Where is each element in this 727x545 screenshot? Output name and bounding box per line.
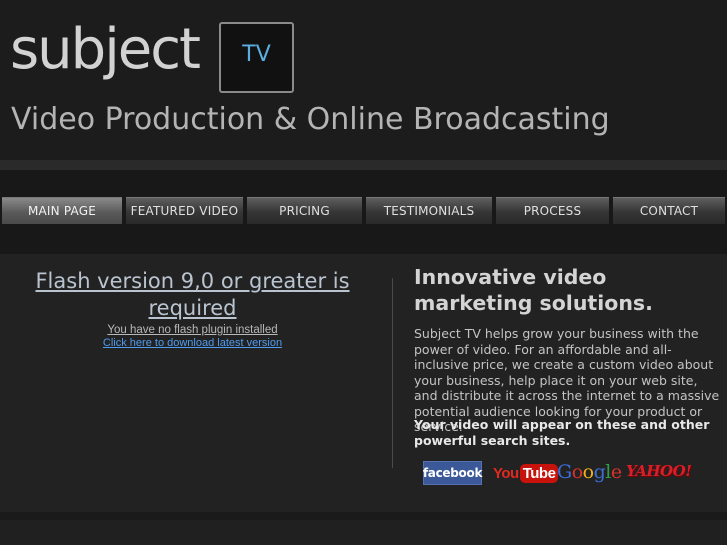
logo-wordmark[interactable]: subject: [10, 22, 201, 78]
footer-divider: [0, 512, 727, 520]
nav-process[interactable]: PROCESS: [496, 197, 609, 224]
google-letter: e: [610, 461, 622, 483]
flash-missing-message[interactable]: You have no flash plugin installed: [20, 324, 365, 336]
main-content: Flash version 9,0 or greater is required…: [0, 254, 727, 512]
nav-contact[interactable]: CONTACT: [613, 197, 725, 224]
youtube-logo-tube: Tube: [519, 463, 559, 483]
header-divider: [0, 160, 727, 170]
facebook-logo[interactable]: facebook: [423, 461, 482, 485]
google-letter: o: [571, 461, 583, 483]
nav-pricing[interactable]: PRICING: [247, 197, 362, 224]
intro-heading: Innovative video marketing solutions.: [414, 265, 653, 315]
youtube-logo[interactable]: You Tube: [493, 460, 559, 486]
flash-required-link[interactable]: Flash version 9,0 or greater is required: [20, 268, 365, 322]
nav-testimonials[interactable]: TESTIMONIALS: [366, 197, 492, 224]
site-footer: [0, 520, 727, 545]
column-divider: [392, 278, 393, 468]
google-letter: g: [593, 461, 606, 483]
google-logo[interactable]: Google: [557, 461, 622, 483]
site-tagline: Video Production & Online Broadcasting: [11, 102, 610, 137]
main-nav: MAIN PAGE FEATURED VIDEO PRICING TESTIMO…: [2, 197, 725, 224]
youtube-logo-you: You: [493, 464, 519, 482]
nav-main-page[interactable]: MAIN PAGE: [2, 197, 122, 224]
logo-badge[interactable]: TV: [219, 22, 294, 93]
intro-column: Innovative video marketing solutions. Su…: [414, 264, 720, 435]
yahoo-logo[interactable]: YAHOO!: [626, 462, 692, 480]
site-header: subject TV Video Production & Online Bro…: [0, 0, 727, 160]
search-sites-text: Your video will appear on these and othe…: [414, 417, 710, 448]
flash-download-link[interactable]: Click here to download latest version: [20, 337, 365, 349]
nav-featured-video[interactable]: FEATURED VIDEO: [126, 197, 243, 224]
flash-notice: Flash version 9,0 or greater is required…: [20, 268, 365, 349]
google-letter: o: [582, 461, 594, 483]
logo-badge-text: TV: [242, 42, 271, 67]
google-letter: G: [557, 461, 572, 483]
